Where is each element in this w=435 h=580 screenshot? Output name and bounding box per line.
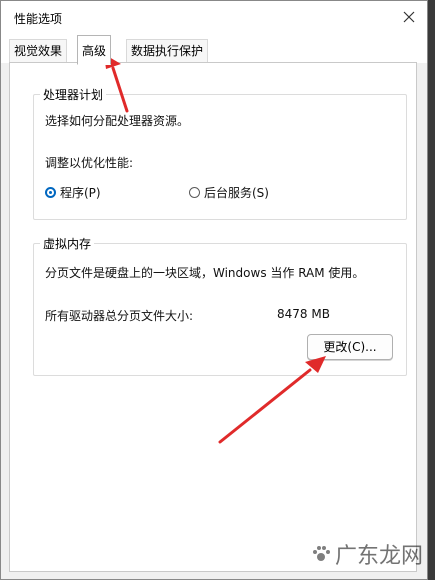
radio-background-services[interactable]: 后台服务(S) <box>189 184 269 201</box>
close-button[interactable] <box>397 5 421 29</box>
radio-label: 程序(P) <box>60 186 101 200</box>
title-bar: 性能选项 <box>1 1 427 33</box>
radio-programs[interactable]: 程序(P) <box>45 184 101 201</box>
group-title: 虚拟内存 <box>40 235 95 252</box>
tab-strip: 视觉效果 高级 数据执行保护 <box>1 33 427 65</box>
total-paging-file-label: 所有驱动器总分页文件大小: <box>45 309 194 323</box>
change-button[interactable]: 更改(C)... <box>307 334 393 360</box>
processor-scheduling-group: 处理器计划 选择如何分配处理器资源。 调整以优化性能: 程序(P) 后台服务(S… <box>33 86 407 220</box>
processor-description: 选择如何分配处理器资源。 <box>45 114 190 128</box>
paw-logo-icon <box>312 546 330 561</box>
advanced-panel: 处理器计划 选择如何分配处理器资源。 调整以优化性能: 程序(P) 后台服务(S… <box>9 62 417 572</box>
tab-data-execution-prevention[interactable]: 数据执行保护 <box>126 39 209 62</box>
radio-selected-indicator <box>45 187 56 198</box>
watermark: 广东龙网 <box>311 538 423 570</box>
watermark-text: 广东龙网 <box>334 544 423 569</box>
virtual-memory-group: 虚拟内存 分页文件是硬盘上的一块区域，Windows 当作 RAM 使用。 所有… <box>33 235 407 376</box>
radio-unselected-indicator <box>189 187 200 198</box>
group-title: 处理器计划 <box>40 86 107 103</box>
radio-label: 后台服务(S) <box>204 186 269 200</box>
tab-advanced[interactable]: 高级 <box>77 35 112 65</box>
performance-options-dialog: 性能选项 视觉效果 高级 数据执行保护 处理器计划 选择如何分配处理器资源。 调… <box>0 0 428 580</box>
adjust-label: 调整以优化性能: <box>45 156 134 170</box>
total-paging-file-value: 8478 MB <box>277 307 330 321</box>
virtual-memory-description: 分页文件是硬盘上的一块区域，Windows 当作 RAM 使用。 <box>45 266 365 280</box>
window-title: 性能选项 <box>14 12 63 26</box>
close-icon <box>403 11 415 23</box>
tab-visual-effects[interactable]: 视觉效果 <box>9 39 68 62</box>
